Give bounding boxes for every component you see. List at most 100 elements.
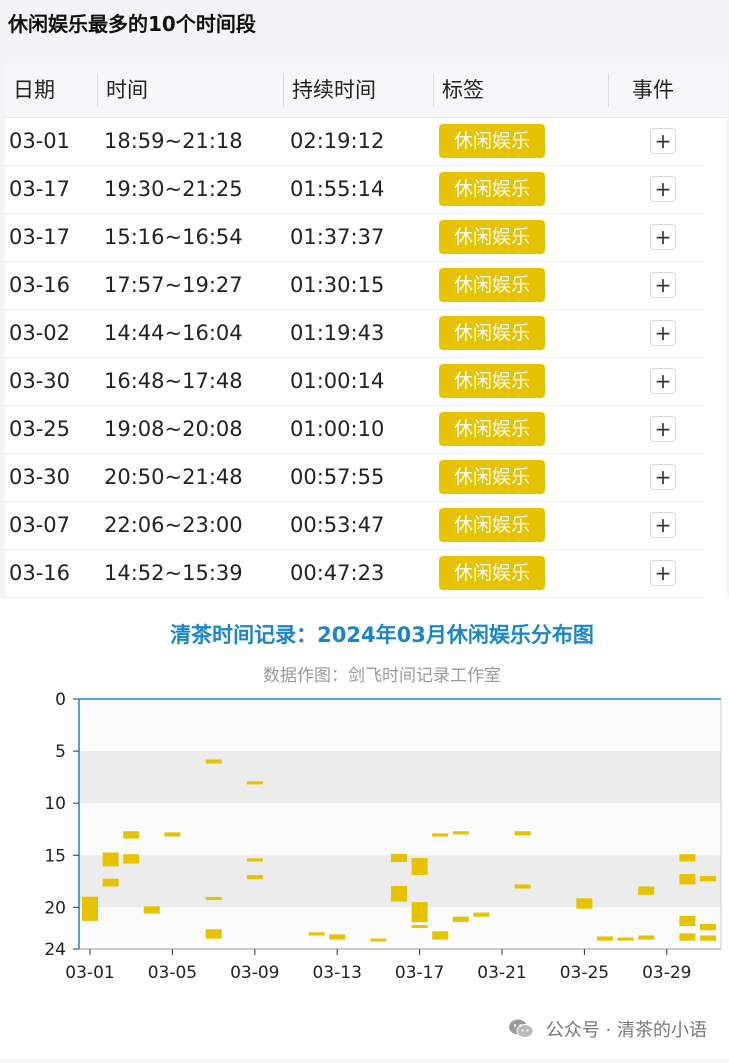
row-time: 18:59~21:18 xyxy=(104,129,243,153)
add-event-button[interactable]: + xyxy=(650,272,676,298)
row-duration: 01:00:10 xyxy=(290,417,385,441)
y-tick-label: 15 xyxy=(44,846,66,866)
table-row: 03-16 14:52~15:39 00:47:23 休闲娱乐 + xyxy=(5,549,703,598)
activity-bar xyxy=(205,929,222,939)
activity-bar xyxy=(638,886,655,895)
row-duration: 01:37:37 xyxy=(290,225,385,249)
activity-bar xyxy=(102,852,119,867)
header-tag[interactable]: 标签 xyxy=(442,63,484,117)
header-date[interactable]: 日期 xyxy=(13,63,55,117)
y-tick-label: 5 xyxy=(55,742,66,762)
activity-bar xyxy=(370,938,387,942)
tag-badge[interactable]: 休闲娱乐 xyxy=(439,460,545,494)
activity-bar xyxy=(308,932,325,936)
row-date: 03-07 xyxy=(9,513,71,537)
activity-bar xyxy=(679,933,696,941)
footer-brand-text: 公众号 · 清茶的小语 xyxy=(545,1020,707,1041)
activity-bar xyxy=(679,874,696,885)
y-tick-label: 0 xyxy=(55,690,66,710)
row-time: 17:57~19:27 xyxy=(104,273,243,297)
grid-band xyxy=(79,751,721,804)
header-separator xyxy=(283,73,284,107)
row-date: 03-30 xyxy=(9,369,71,393)
activity-bar xyxy=(123,854,140,864)
tag-badge[interactable]: 休闲娱乐 xyxy=(439,220,545,254)
header-event[interactable]: 事件 xyxy=(632,63,674,117)
activity-bar xyxy=(700,924,716,931)
x-tick-label: 03-17 xyxy=(395,963,444,983)
table-row: 03-17 19:30~21:25 01:55:14 休闲娱乐 + xyxy=(5,165,703,214)
activity-bar xyxy=(514,831,531,836)
add-event-button[interactable]: + xyxy=(650,368,676,394)
activity-bar xyxy=(514,884,531,889)
table-row: 03-17 15:16~16:54 01:37:37 休闲娱乐 + xyxy=(5,213,703,262)
activity-bar xyxy=(205,896,222,901)
activity-bar xyxy=(205,759,222,764)
header-time[interactable]: 时间 xyxy=(106,63,148,117)
row-date: 03-16 xyxy=(9,273,71,297)
activity-bar xyxy=(246,875,263,880)
header-duration[interactable]: 持续时间 xyxy=(292,63,376,117)
row-time: 14:44~16:04 xyxy=(104,321,243,345)
add-event-button[interactable]: + xyxy=(650,560,676,586)
add-event-button[interactable]: + xyxy=(650,176,676,202)
activity-bar xyxy=(143,906,160,914)
y-tick-label: 10 xyxy=(44,794,66,814)
activity-bar xyxy=(700,935,716,941)
x-tick-label: 03-25 xyxy=(560,963,609,983)
table-row: 03-01 18:59~21:18 02:19:12 休闲娱乐 + xyxy=(5,117,703,166)
x-tick-label: 03-29 xyxy=(642,963,691,983)
tag-badge[interactable]: 休闲娱乐 xyxy=(439,364,545,398)
row-duration: 00:47:23 xyxy=(290,561,385,585)
tag-badge[interactable]: 休闲娱乐 xyxy=(439,508,545,542)
activity-bar xyxy=(391,885,407,902)
header-separator xyxy=(97,73,98,107)
row-date: 03-25 xyxy=(9,417,71,441)
x-tick-label: 03-09 xyxy=(230,963,279,983)
x-tick-label: 03-21 xyxy=(477,963,526,983)
header-separator xyxy=(608,73,609,107)
tag-badge[interactable]: 休闲娱乐 xyxy=(439,172,545,206)
header-separator xyxy=(433,73,434,107)
tag-badge[interactable]: 休闲娱乐 xyxy=(439,556,545,590)
table-row: 03-30 16:48~17:48 01:00:14 休闲娱乐 + xyxy=(5,357,703,406)
add-event-button[interactable]: + xyxy=(650,128,676,154)
activity-bar xyxy=(432,931,449,940)
row-date: 03-17 xyxy=(9,177,71,201)
activity-bar xyxy=(329,934,346,940)
row-time: 19:08~20:08 xyxy=(104,417,243,441)
top10-table: 日期 时间 持续时间 标签 事件 03-01 18:59~21:18 02:19:1… xyxy=(5,63,727,598)
row-duration: 01:30:15 xyxy=(290,273,385,297)
add-event-button[interactable]: + xyxy=(650,320,676,346)
activity-bar xyxy=(452,916,469,922)
row-time: 15:16~16:54 xyxy=(104,225,243,249)
table-row: 03-02 14:44~16:04 01:19:43 休闲娱乐 + xyxy=(5,309,703,358)
table-row: 03-25 19:08~20:08 01:00:10 休闲娱乐 + xyxy=(5,405,703,454)
activity-bar xyxy=(700,876,716,882)
add-event-button[interactable]: + xyxy=(650,464,676,490)
add-event-button[interactable]: + xyxy=(650,224,676,250)
activity-bar xyxy=(576,898,593,909)
add-event-button[interactable]: + xyxy=(650,512,676,538)
add-event-button[interactable]: + xyxy=(650,416,676,442)
row-time: 22:06~23:00 xyxy=(104,513,243,537)
tag-badge[interactable]: 休闲娱乐 xyxy=(439,316,545,350)
row-time: 14:52~15:39 xyxy=(104,561,243,585)
row-date: 03-02 xyxy=(9,321,71,345)
row-duration: 01:19:43 xyxy=(290,321,385,345)
y-tick-label: 24 xyxy=(44,940,66,960)
row-time: 16:48~17:48 xyxy=(104,369,243,393)
tag-badge[interactable]: 休闲娱乐 xyxy=(439,268,545,302)
activity-bar xyxy=(164,832,181,837)
tag-badge[interactable]: 休闲娱乐 xyxy=(439,124,545,158)
tag-badge[interactable]: 休闲娱乐 xyxy=(439,412,545,446)
chart-subtitle: 数据作图：剑飞时间记录工作室 xyxy=(263,666,501,686)
x-tick-label: 03-05 xyxy=(148,963,197,983)
activity-bar xyxy=(617,937,634,941)
activity-bar xyxy=(411,858,428,876)
wechat-icon xyxy=(509,1019,534,1038)
row-duration: 02:19:12 xyxy=(290,129,385,153)
distribution-chart: 清茶时间记录：2024年03月休闲娱乐分布图数据作图：剑飞时间记录工作室 0 5 10… xyxy=(44,623,722,983)
footer-brand: 公众号 · 清茶的小语 xyxy=(508,1016,707,1042)
y-tick-label: 20 xyxy=(44,898,66,918)
